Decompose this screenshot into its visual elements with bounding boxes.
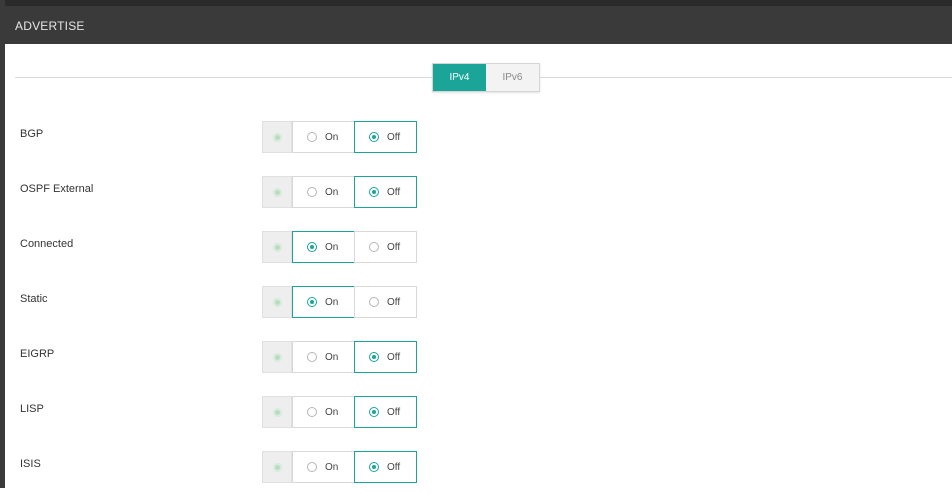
option-label: Off [387, 186, 401, 198]
advertise-row-eigrp: EIGRP On Off [0, 329, 952, 384]
status-indicator [262, 396, 292, 428]
option-off[interactable]: Off [354, 176, 417, 208]
row-label: EIGRP [20, 348, 55, 360]
tab-ipv4[interactable]: IPv4 [433, 64, 486, 91]
status-indicator [262, 121, 292, 153]
option-on[interactable]: On [292, 451, 355, 483]
radio-icon [307, 132, 317, 142]
option-on[interactable]: On [292, 286, 355, 318]
option-label: On [325, 131, 339, 143]
status-dot-icon [272, 297, 282, 307]
radio-icon [307, 407, 317, 417]
row-label: LISP [20, 403, 44, 415]
radio-icon [369, 132, 379, 142]
advertise-row-lisp: LISP On Off [0, 384, 952, 439]
option-label: Off [387, 351, 401, 363]
option-label: On [325, 186, 339, 198]
option-label: On [325, 296, 339, 308]
radio-icon [307, 462, 317, 472]
option-on[interactable]: On [292, 121, 355, 153]
status-indicator [262, 286, 292, 318]
advertise-row-isis: ISIS On Off [0, 439, 952, 494]
status-indicator [262, 341, 292, 373]
option-label: On [325, 351, 339, 363]
row-label: OSPF External [20, 183, 94, 195]
on-off-toggle: On Off [262, 451, 417, 483]
row-label: BGP [20, 128, 44, 140]
radio-icon [369, 242, 379, 252]
option-label: On [325, 406, 339, 418]
tab-ipv6[interactable]: IPv6 [486, 64, 539, 91]
option-off[interactable]: Off [354, 396, 417, 428]
advertise-list: BGP On Off OSPF External On Off Connecte… [0, 109, 952, 494]
on-off-toggle: On Off [262, 286, 417, 318]
on-off-toggle: On Off [262, 121, 417, 153]
on-off-toggle: On Off [262, 341, 417, 373]
panel-title: ADVERTISE [15, 19, 85, 33]
status-dot-icon [272, 132, 282, 142]
status-dot-icon [272, 462, 282, 472]
advertise-row-static: Static On Off [0, 274, 952, 329]
on-off-toggle: On Off [262, 231, 417, 263]
advertise-row-connected: Connected On Off [0, 219, 952, 274]
status-dot-icon [272, 407, 282, 417]
radio-icon [369, 297, 379, 307]
status-dot-icon [272, 242, 282, 252]
row-label: ISIS [20, 458, 41, 470]
option-off[interactable]: Off [354, 341, 417, 373]
option-off[interactable]: Off [354, 451, 417, 483]
option-label: Off [387, 406, 401, 418]
radio-icon [369, 407, 379, 417]
on-off-toggle: On Off [262, 176, 417, 208]
advertise-row-ospf-external: OSPF External On Off [0, 164, 952, 219]
ip-version-tabs: IPv4 IPv6 [432, 63, 540, 92]
radio-icon [369, 187, 379, 197]
status-indicator [262, 451, 292, 483]
radio-icon [307, 297, 317, 307]
row-label: Connected [20, 238, 74, 250]
status-dot-icon [272, 352, 282, 362]
radio-icon [307, 352, 317, 362]
option-off[interactable]: Off [354, 286, 417, 318]
radio-icon [369, 352, 379, 362]
status-indicator [262, 231, 292, 263]
option-on[interactable]: On [292, 341, 355, 373]
panel-header: ADVERTISE [5, 0, 952, 44]
option-label: Off [387, 296, 401, 308]
option-label: On [325, 461, 339, 473]
option-label: Off [387, 131, 401, 143]
radio-icon [307, 242, 317, 252]
radio-icon [369, 462, 379, 472]
option-on[interactable]: On [292, 176, 355, 208]
on-off-toggle: On Off [262, 396, 417, 428]
option-label: Off [387, 241, 401, 253]
option-off[interactable]: Off [354, 231, 417, 263]
option-on[interactable]: On [292, 231, 355, 263]
status-indicator [262, 176, 292, 208]
option-label: Off [387, 461, 401, 473]
radio-icon [307, 187, 317, 197]
row-label: Static [20, 293, 48, 305]
advertise-row-bgp: BGP On Off [0, 109, 952, 164]
option-off[interactable]: Off [354, 121, 417, 153]
option-on[interactable]: On [292, 396, 355, 428]
status-dot-icon [272, 187, 282, 197]
option-label: On [325, 241, 339, 253]
